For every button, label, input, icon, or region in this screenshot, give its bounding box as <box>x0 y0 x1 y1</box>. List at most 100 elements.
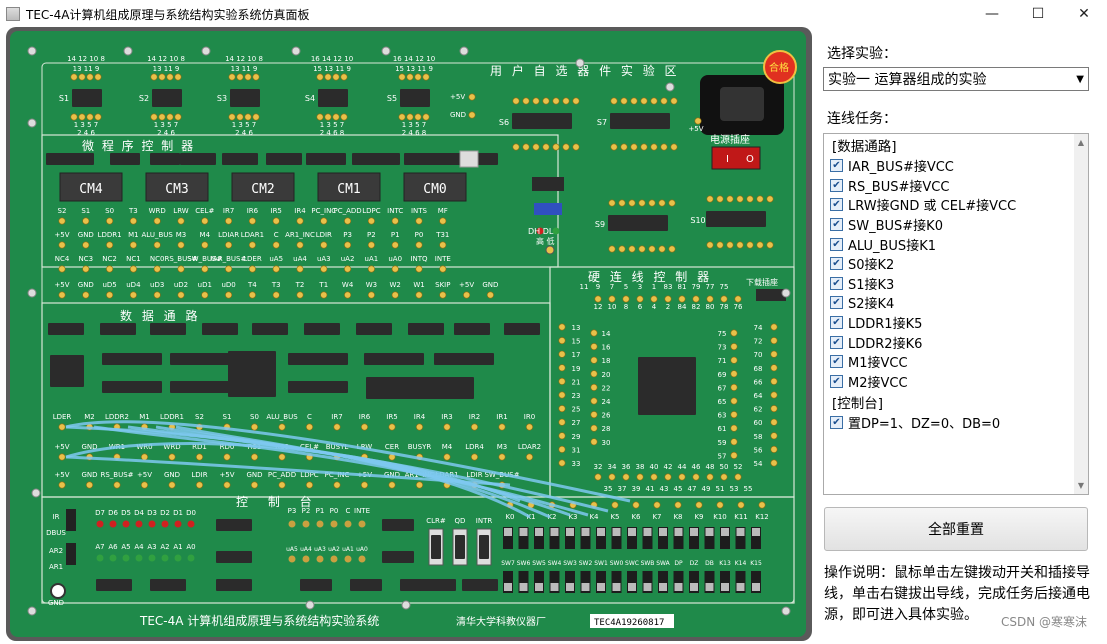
pin-socket[interactable] <box>770 337 778 345</box>
pin-socket[interactable] <box>201 241 209 249</box>
pin-socket[interactable] <box>766 195 774 203</box>
pin-socket[interactable] <box>201 291 209 299</box>
pin-socket[interactable] <box>113 481 121 489</box>
pin-socket[interactable] <box>692 473 700 481</box>
pin-socket[interactable] <box>562 143 570 151</box>
pin-socket[interactable] <box>236 113 244 121</box>
pin-socket[interactable] <box>225 241 233 249</box>
checkbox-checked-icon[interactable]: ✔ <box>830 416 843 430</box>
sw-lower-handle[interactable] <box>535 583 543 591</box>
pin-socket[interactable] <box>594 473 602 481</box>
pin-socket[interactable] <box>542 97 550 105</box>
pin-socket[interactable] <box>174 73 182 81</box>
pin-socket[interactable] <box>58 265 66 273</box>
pin-socket[interactable] <box>415 423 423 431</box>
task-item[interactable]: ✔ RS_BUS#接VCC <box>824 176 1088 196</box>
minimize-button[interactable]: — <box>969 0 1015 28</box>
pin-socket[interactable] <box>415 265 423 273</box>
sw-lower-handle[interactable] <box>566 583 574 591</box>
pin-socket[interactable] <box>86 73 94 81</box>
pin-socket[interactable] <box>562 97 570 105</box>
pin-socket[interactable] <box>590 370 598 378</box>
pin-socket[interactable] <box>278 481 286 489</box>
pin-socket[interactable] <box>628 199 636 207</box>
pin-socket[interactable] <box>94 73 102 81</box>
pin-socket[interactable] <box>201 265 209 273</box>
scroll-up-icon[interactable]: ▲ <box>1074 138 1088 147</box>
pin-socket[interactable] <box>736 195 744 203</box>
pin-socket[interactable] <box>443 423 451 431</box>
checkbox-checked-icon[interactable]: ✔ <box>830 257 843 271</box>
pin-socket[interactable] <box>678 295 686 303</box>
pin-socket[interactable] <box>316 73 324 81</box>
pin-socket[interactable] <box>756 195 764 203</box>
pin-socket[interactable] <box>730 438 738 446</box>
toggle-switch-handle[interactable] <box>659 528 667 536</box>
pin-socket[interactable] <box>344 217 352 225</box>
pin-socket[interactable] <box>730 397 738 405</box>
experiment-select[interactable]: 实验一 运算器组成的实验 ▼ <box>823 67 1089 91</box>
task-item[interactable]: ✔ S2接K4 <box>824 293 1088 313</box>
pin-socket[interactable] <box>468 111 476 119</box>
pin-socket[interactable] <box>70 113 78 121</box>
checkbox-checked-icon[interactable]: ✔ <box>830 237 843 251</box>
pin-socket[interactable] <box>252 113 260 121</box>
pin-socket[interactable] <box>650 295 658 303</box>
pin-socket[interactable] <box>225 217 233 225</box>
pin-socket[interactable] <box>590 411 598 419</box>
pin-socket[interactable] <box>770 350 778 358</box>
pin-socket[interactable] <box>648 199 656 207</box>
pin-socket[interactable] <box>398 73 406 81</box>
sw-lower-handle[interactable] <box>690 583 698 591</box>
pin-socket[interactable] <box>730 343 738 351</box>
pin-socket[interactable] <box>223 481 231 489</box>
pin-socket[interactable] <box>422 113 430 121</box>
pin-socket[interactable] <box>106 241 114 249</box>
pin-socket[interactable] <box>630 97 638 105</box>
pin-socket[interactable] <box>737 501 745 509</box>
toggle-switch-handle[interactable] <box>690 528 698 536</box>
maximize-button[interactable]: ☐ <box>1015 0 1061 28</box>
pin-socket[interactable] <box>525 423 533 431</box>
pin-socket[interactable] <box>391 265 399 273</box>
pin-socket[interactable] <box>196 453 204 461</box>
pin-socket[interactable] <box>166 113 174 121</box>
pin-socket[interactable] <box>770 377 778 385</box>
pin-socket[interactable] <box>344 291 352 299</box>
checkbox-checked-icon[interactable]: ✔ <box>830 374 843 388</box>
pin-socket[interactable] <box>196 481 204 489</box>
pin-socket[interactable] <box>608 199 616 207</box>
pin-socket[interactable] <box>620 143 628 151</box>
checkbox-checked-icon[interactable]: ✔ <box>830 159 843 173</box>
pin-socket[interactable] <box>78 73 86 81</box>
pin-socket[interactable] <box>272 291 280 299</box>
pin-socket[interactable] <box>177 241 185 249</box>
pin-socket[interactable] <box>236 73 244 81</box>
pin-socket[interactable] <box>153 265 161 273</box>
pin-socket[interactable] <box>726 195 734 203</box>
pin-socket[interactable] <box>590 343 598 351</box>
pin-socket[interactable] <box>158 73 166 81</box>
pin-socket[interactable] <box>177 217 185 225</box>
task-item[interactable]: ✔ S1接K3 <box>824 274 1088 294</box>
gnd-socket[interactable] <box>50 583 66 599</box>
pin-socket[interactable] <box>522 97 530 105</box>
pin-socket[interactable] <box>636 473 644 481</box>
pin-socket[interactable] <box>82 291 90 299</box>
sw-lower-handle[interactable] <box>628 583 636 591</box>
pin-socket[interactable] <box>296 217 304 225</box>
pin-socket[interactable] <box>590 329 598 337</box>
pin-socket[interactable] <box>320 265 328 273</box>
pin-socket[interactable] <box>542 143 550 151</box>
pin-socket[interactable] <box>636 295 644 303</box>
pin-socket[interactable] <box>58 241 66 249</box>
pin-socket[interactable] <box>726 241 734 249</box>
toggle-switch-handle[interactable] <box>519 528 528 536</box>
pin-socket[interactable] <box>558 445 566 453</box>
pin-socket[interactable] <box>415 241 423 249</box>
pin-socket[interactable] <box>333 481 341 489</box>
pin-socket[interactable] <box>618 199 626 207</box>
toggle-switch-handle[interactable] <box>612 528 621 536</box>
sw-lower-handle[interactable] <box>581 583 590 591</box>
pin-socket[interactable] <box>150 113 158 121</box>
